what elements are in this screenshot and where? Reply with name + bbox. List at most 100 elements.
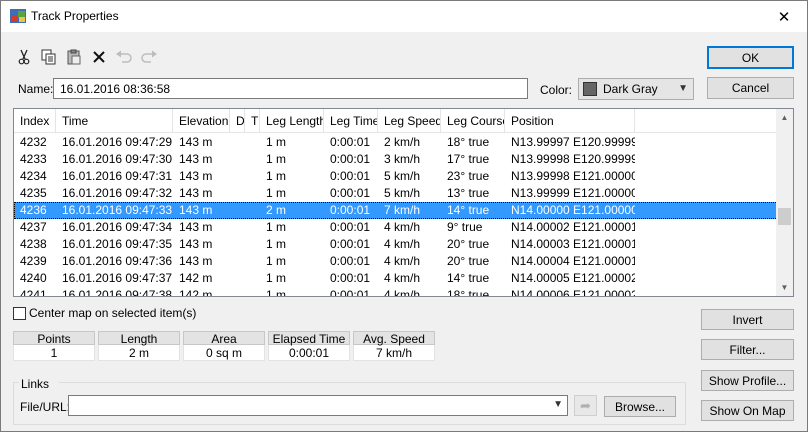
table-cell bbox=[230, 270, 245, 287]
column-header[interactable]: Leg Time bbox=[324, 109, 378, 133]
table-cell: 1 m bbox=[266, 254, 287, 268]
column-header[interactable]: D bbox=[230, 109, 245, 133]
chevron-down-icon[interactable]: ▼ bbox=[553, 399, 563, 410]
stat-label: Length bbox=[98, 331, 180, 346]
table-cell bbox=[230, 151, 245, 168]
table-row[interactable]: 4235 16.01.2016 09:47:32 143 m 1 m 0:00:01 5 … bbox=[14, 185, 778, 202]
table-cell: 16.01.2016 09:47:34 bbox=[62, 220, 173, 234]
table-row[interactable]: 4237 16.01.2016 09:47:34 143 m 1 m 0:00:01 4 … bbox=[14, 219, 778, 236]
table-cell: 14° true bbox=[447, 271, 490, 285]
redo-icon[interactable] bbox=[140, 47, 158, 67]
table-cell: N13.99998 E120.99999 bbox=[511, 152, 635, 166]
stat-area: Area 0 sq m bbox=[183, 331, 265, 361]
ok-button[interactable]: OK bbox=[707, 46, 794, 69]
trackpoint-list[interactable]: Index Time Elevation D T Leg Length Leg Time Le… bbox=[13, 108, 794, 297]
table-cell bbox=[245, 270, 260, 287]
copy-icon[interactable] bbox=[40, 47, 58, 67]
table-cell bbox=[245, 253, 260, 270]
table-cell bbox=[245, 185, 260, 202]
stat-length: Length 2 m bbox=[98, 331, 180, 361]
table-cell: 1 m bbox=[266, 237, 287, 251]
vertical-scrollbar[interactable]: ▲ ▼ bbox=[776, 109, 793, 296]
table-row[interactable]: 4240 16.01.2016 09:47:37 142 m 1 m 0:00:01 4 … bbox=[14, 270, 778, 287]
table-cell: 142 m bbox=[179, 288, 213, 297]
stat-value: 0:00:01 bbox=[268, 345, 350, 361]
table-cell bbox=[230, 134, 245, 151]
list-rows: 4232 16.01.2016 09:47:29 143 m 1 m 0:00:01 2 … bbox=[14, 134, 778, 297]
table-cell: 4 km/h bbox=[384, 254, 421, 268]
stat-value: 0 sq m bbox=[183, 345, 265, 361]
table-cell: 4237 bbox=[20, 220, 47, 234]
column-header[interactable]: Leg Speed bbox=[378, 109, 441, 133]
table-cell: 5 km/h bbox=[384, 169, 421, 183]
table-cell bbox=[245, 202, 260, 219]
table-cell: 143 m bbox=[179, 135, 213, 149]
scroll-thumb[interactable] bbox=[778, 208, 791, 225]
invert-button[interactable]: Invert bbox=[701, 309, 794, 330]
table-cell: 4238 bbox=[20, 237, 47, 251]
table-cell: 0:00:01 bbox=[330, 169, 371, 183]
track-properties-dialog: Track Properties ✕ Name: Color: Dark Gra… bbox=[0, 0, 808, 432]
table-cell: 18° true bbox=[447, 135, 490, 149]
table-cell: 16.01.2016 09:47:32 bbox=[62, 186, 173, 200]
column-header[interactable]: Leg Course bbox=[441, 109, 505, 133]
table-cell: 0:00:01 bbox=[330, 186, 371, 200]
table-cell bbox=[230, 168, 245, 185]
show-on-map-button[interactable]: Show On Map bbox=[701, 400, 794, 421]
scroll-down-icon[interactable]: ▼ bbox=[776, 279, 793, 296]
table-cell: N14.00002 E121.00001 bbox=[511, 220, 635, 234]
column-header[interactable]: T bbox=[245, 109, 260, 133]
links-group-label: Links bbox=[20, 377, 51, 391]
close-button[interactable]: ✕ bbox=[761, 1, 807, 32]
table-row[interactable]: 4241 16.01.2016 09:47:38 142 m 1 m 0:00:01 4 … bbox=[14, 287, 778, 297]
color-dropdown[interactable]: Dark Gray ▼ bbox=[578, 78, 694, 100]
table-cell bbox=[245, 151, 260, 168]
table-row[interactable]: 4236 16.01.2016 09:47:33 143 m 2 m 0:00:01 7 … bbox=[14, 202, 778, 219]
table-cell: 16.01.2016 09:47:36 bbox=[62, 254, 173, 268]
edit-toolbar bbox=[15, 47, 158, 69]
name-input[interactable] bbox=[53, 78, 528, 99]
table-cell: 143 m bbox=[179, 186, 213, 200]
show-profile-button[interactable]: Show Profile... bbox=[701, 370, 794, 391]
color-value: Dark Gray bbox=[603, 82, 658, 96]
column-header[interactable]: Position bbox=[505, 109, 635, 133]
arrow-right-icon: ➦ bbox=[580, 397, 591, 413]
filter-button[interactable]: Filter... bbox=[701, 339, 794, 360]
column-header[interactable]: Leg Length bbox=[260, 109, 324, 133]
scroll-up-icon[interactable]: ▲ bbox=[776, 109, 793, 126]
table-cell: N14.00004 E121.00001 bbox=[511, 254, 635, 268]
table-cell: N13.99999 E121.00000 bbox=[511, 186, 635, 200]
paste-icon[interactable] bbox=[65, 47, 83, 67]
delete-icon[interactable] bbox=[90, 47, 108, 67]
table-row[interactable]: 4238 16.01.2016 09:47:35 143 m 1 m 0:00:01 4 … bbox=[14, 236, 778, 253]
table-cell: N14.00000 E121.00000 bbox=[511, 203, 635, 217]
stat-value: 2 m bbox=[98, 345, 180, 361]
table-cell: 143 m bbox=[179, 152, 213, 166]
file-url-combo[interactable]: ▼ bbox=[68, 395, 568, 416]
table-cell bbox=[230, 202, 245, 219]
table-row[interactable]: 4232 16.01.2016 09:47:29 143 m 1 m 0:00:01 2 … bbox=[14, 134, 778, 151]
file-url-label: File/URL: bbox=[20, 400, 71, 414]
table-cell: 2 m bbox=[266, 203, 287, 217]
table-row[interactable]: 4239 16.01.2016 09:47:36 143 m 1 m 0:00:01 4 … bbox=[14, 253, 778, 270]
undo-icon[interactable] bbox=[115, 47, 133, 67]
column-header[interactable]: Time bbox=[56, 109, 173, 133]
stat-label: Points bbox=[13, 331, 95, 346]
column-header[interactable]: Index bbox=[14, 109, 56, 133]
table-cell: N13.99998 E121.00000 bbox=[511, 169, 635, 183]
table-cell: 23° true bbox=[447, 169, 490, 183]
center-map-option[interactable]: Center map on selected item(s) bbox=[13, 306, 196, 320]
browse-button[interactable]: Browse... bbox=[604, 396, 676, 417]
table-row[interactable]: 4233 16.01.2016 09:47:30 143 m 1 m 0:00:01 3 … bbox=[14, 151, 778, 168]
table-cell bbox=[245, 219, 260, 236]
cancel-button[interactable]: Cancel bbox=[707, 77, 794, 99]
center-map-checkbox[interactable] bbox=[13, 306, 26, 320]
column-header[interactable]: Elevation bbox=[173, 109, 230, 133]
open-link-button[interactable]: ➦ bbox=[574, 395, 597, 416]
table-row[interactable]: 4234 16.01.2016 09:47:31 143 m 1 m 0:00:01 5 … bbox=[14, 168, 778, 185]
table-cell: 4239 bbox=[20, 254, 47, 268]
table-cell: 16.01.2016 09:47:37 bbox=[62, 271, 173, 285]
table-cell: 0:00:01 bbox=[330, 203, 371, 217]
table-cell: 1 m bbox=[266, 152, 287, 166]
cut-icon[interactable] bbox=[15, 47, 33, 67]
